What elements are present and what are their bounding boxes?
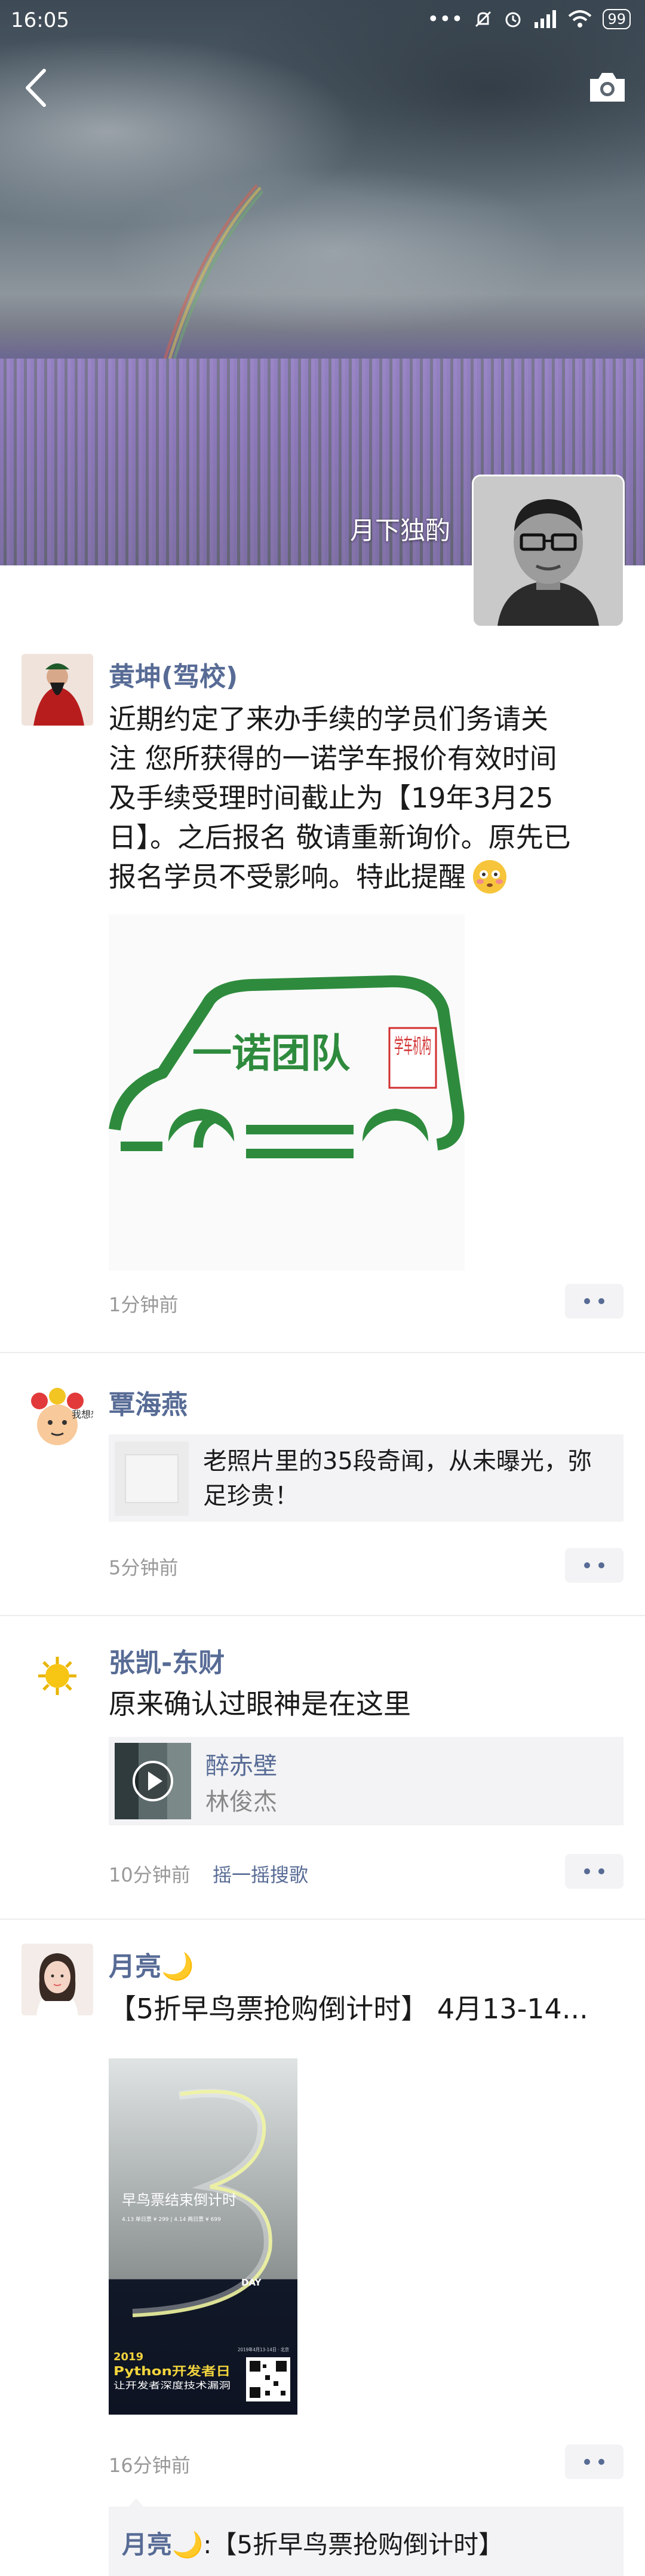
post-text-line: 日】。之后报名 敬请重新询价。原先已 bbox=[109, 821, 571, 853]
dot-icon bbox=[584, 2459, 590, 2465]
post-time: 5分钟前 bbox=[109, 1556, 179, 1579]
post-text-line: 报名学员不受影响。特此提醒 bbox=[109, 861, 466, 893]
poster-event: Python开发者日 bbox=[113, 2364, 231, 2378]
post-image[interactable]: 一诺团队 学车机构 bbox=[109, 914, 465, 1271]
dot-icon bbox=[598, 1298, 604, 1304]
guanyu-avatar-art bbox=[22, 654, 93, 726]
comment-author[interactable]: 月亮🌙 bbox=[122, 2525, 203, 2561]
author-name[interactable]: 黄坤(驾校) bbox=[109, 655, 238, 693]
dot-icon bbox=[598, 1868, 604, 1874]
comment-area: 月亮🌙 :【5折早鸟票抢购倒计时】 bbox=[109, 2498, 624, 2576]
old-photo-thumbnail bbox=[115, 1442, 189, 1516]
dot-icon bbox=[584, 1298, 590, 1304]
post-divider bbox=[0, 1352, 645, 1353]
link-thumbnail bbox=[115, 1442, 189, 1516]
alarm-icon bbox=[505, 12, 521, 27]
back-icon[interactable] bbox=[22, 67, 51, 109]
post-time: 10分钟前 bbox=[109, 1864, 191, 1886]
logo-main-text: 一诺团队 bbox=[192, 1030, 351, 1076]
avatar-caption: 我想想 bbox=[72, 1409, 93, 1420]
event-poster-image[interactable]: 早鸟票结束倒计时 4.13 单日票 ¥ 299 | 4.14 两日票 ¥ 699… bbox=[109, 2058, 297, 2415]
poster-price: 4.13 单日票 ¥ 299 | 4.14 两日票 ¥ 699 bbox=[122, 2216, 221, 2223]
comment-row[interactable]: 月亮🌙 :【5折早鸟票抢购倒计时】 bbox=[122, 2525, 503, 2561]
author-avatar[interactable] bbox=[22, 1944, 93, 2015]
author-name[interactable]: 月亮🌙 bbox=[109, 1945, 194, 1983]
post-time: 1分钟前 bbox=[109, 1293, 179, 1316]
owner-portrait bbox=[474, 476, 623, 626]
more-notifications-icon: ••• bbox=[427, 7, 463, 31]
poster-headline: 早鸟票结束倒计时 bbox=[122, 2192, 236, 2208]
link-title-line: 老照片里的35段奇闻，从未曝光，弥 bbox=[203, 1448, 592, 1475]
battery-icon: 99 bbox=[603, 9, 631, 29]
flushed-emoji-icon bbox=[473, 860, 506, 894]
link-title: 老照片里的35段奇闻，从未曝光，弥 足珍贵！ bbox=[203, 1444, 609, 1513]
signal-icon bbox=[535, 10, 557, 28]
album-art bbox=[115, 1743, 191, 1819]
thinking-cartoon-avatar: 我想想 bbox=[22, 1382, 93, 1454]
post-time: 16分钟前 bbox=[109, 2454, 191, 2477]
more-actions-button[interactable] bbox=[565, 1548, 624, 1583]
poster-day-label: DAY bbox=[241, 2277, 262, 2288]
music-title: 醉赤壁 bbox=[205, 1752, 277, 1780]
author-name[interactable]: 张凯-东财 bbox=[109, 1641, 225, 1679]
logo-side-text: 学车机构 bbox=[394, 1035, 431, 1058]
music-card[interactable]: 醉赤壁 林俊杰 bbox=[109, 1737, 624, 1825]
link-title-line: 足珍贵！ bbox=[203, 1482, 299, 1510]
poster-slogan: 让开发者深度技术漏洞 bbox=[113, 2380, 231, 2391]
event-poster-graphic: 早鸟票结束倒计时 4.13 单日票 ¥ 299 | 4.14 两日票 ¥ 699… bbox=[109, 2058, 297, 2415]
author-avatar[interactable]: 我想想 bbox=[22, 1382, 93, 1454]
shared-link-card[interactable]: 老照片里的35段奇闻，从未曝光，弥 足珍贵！ bbox=[109, 1434, 624, 1522]
post-text: 原来确认过眼神是在这里 bbox=[109, 1688, 411, 1720]
post-text-row: 报名学员不受影响。特此提醒 bbox=[109, 857, 622, 897]
author-avatar[interactable] bbox=[22, 654, 93, 726]
rainbow-graphic bbox=[159, 184, 263, 371]
owner-name: 月下独酌 bbox=[349, 516, 450, 545]
post-text-line: 注 您所获得的一诺学车报价有效时间 bbox=[109, 742, 557, 775]
more-actions-button[interactable] bbox=[565, 1854, 624, 1889]
post-text: 近期约定了来办手续的学员们务请关 注 您所获得的一诺学车报价有效时间 及手续受理… bbox=[109, 699, 622, 897]
comment-text: :【5折早鸟票抢购倒计时】 bbox=[203, 2530, 504, 2559]
post-text-row: 日】。之后报名 敬请重新询价。原先已 bbox=[109, 818, 622, 857]
car-logo-graphic: 一诺团队 学车机构 bbox=[109, 914, 465, 1271]
girl-portrait-avatar bbox=[22, 1944, 93, 2015]
post-divider bbox=[0, 1919, 645, 1920]
poster-date: 2019年4月13-14日 · 北京 bbox=[238, 2346, 289, 2352]
cover-sky bbox=[0, 0, 645, 359]
post-text-line: 近期约定了来办手续的学员们务请关 bbox=[109, 703, 548, 735]
dot-icon bbox=[584, 1562, 590, 1568]
dot-icon bbox=[584, 1868, 590, 1874]
status-time: 16:05 bbox=[11, 8, 69, 32]
wifi-icon bbox=[569, 10, 592, 27]
album-cover bbox=[115, 1743, 191, 1819]
post-text: 【5折早鸟票抢购倒计时】 4月13-14... bbox=[109, 1993, 588, 2025]
post-source-link[interactable]: 摇一摇搜歌 bbox=[213, 1860, 308, 1887]
author-name[interactable]: 覃海燕 bbox=[109, 1383, 188, 1421]
status-bar: 16:05 ••• 99 bbox=[0, 0, 645, 43]
owner-avatar[interactable] bbox=[474, 476, 623, 626]
post-text-line: 及手续受理时间截止为【19年3月25 bbox=[109, 782, 554, 814]
poster-year: 2019 bbox=[113, 2351, 143, 2363]
more-actions-button[interactable] bbox=[565, 1284, 624, 1318]
dot-icon bbox=[598, 2459, 604, 2465]
author-avatar[interactable] bbox=[22, 1640, 93, 1712]
status-icons: ••• 99 bbox=[427, 7, 631, 31]
post-divider bbox=[0, 1615, 645, 1616]
mute-icon bbox=[475, 11, 492, 27]
camera-icon[interactable] bbox=[588, 71, 627, 103]
comment-pointer bbox=[128, 2498, 145, 2508]
music-artist: 林俊杰 bbox=[205, 1788, 277, 1816]
more-actions-button[interactable] bbox=[565, 2445, 624, 2479]
dot-icon bbox=[598, 1562, 604, 1568]
sun-avatar bbox=[22, 1640, 93, 1712]
